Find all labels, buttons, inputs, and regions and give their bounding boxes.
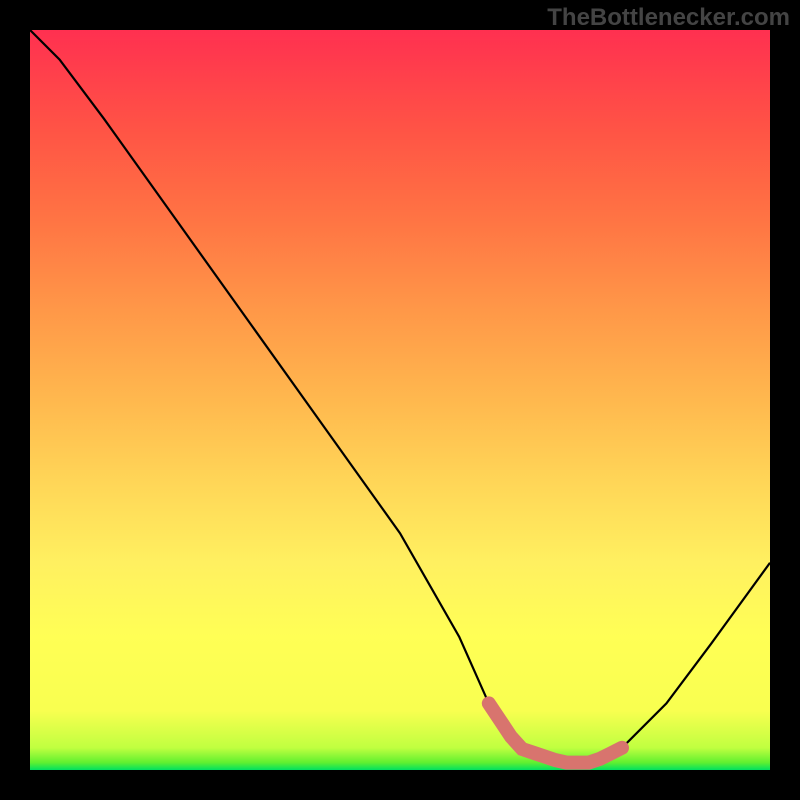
watermark-text: TheBottlenecker.com — [547, 4, 790, 32]
flat-region-highlight — [489, 703, 622, 762]
bottleneck-curve-line — [30, 30, 770, 763]
chart-plot-area — [30, 30, 770, 770]
chart-svg — [30, 30, 770, 770]
